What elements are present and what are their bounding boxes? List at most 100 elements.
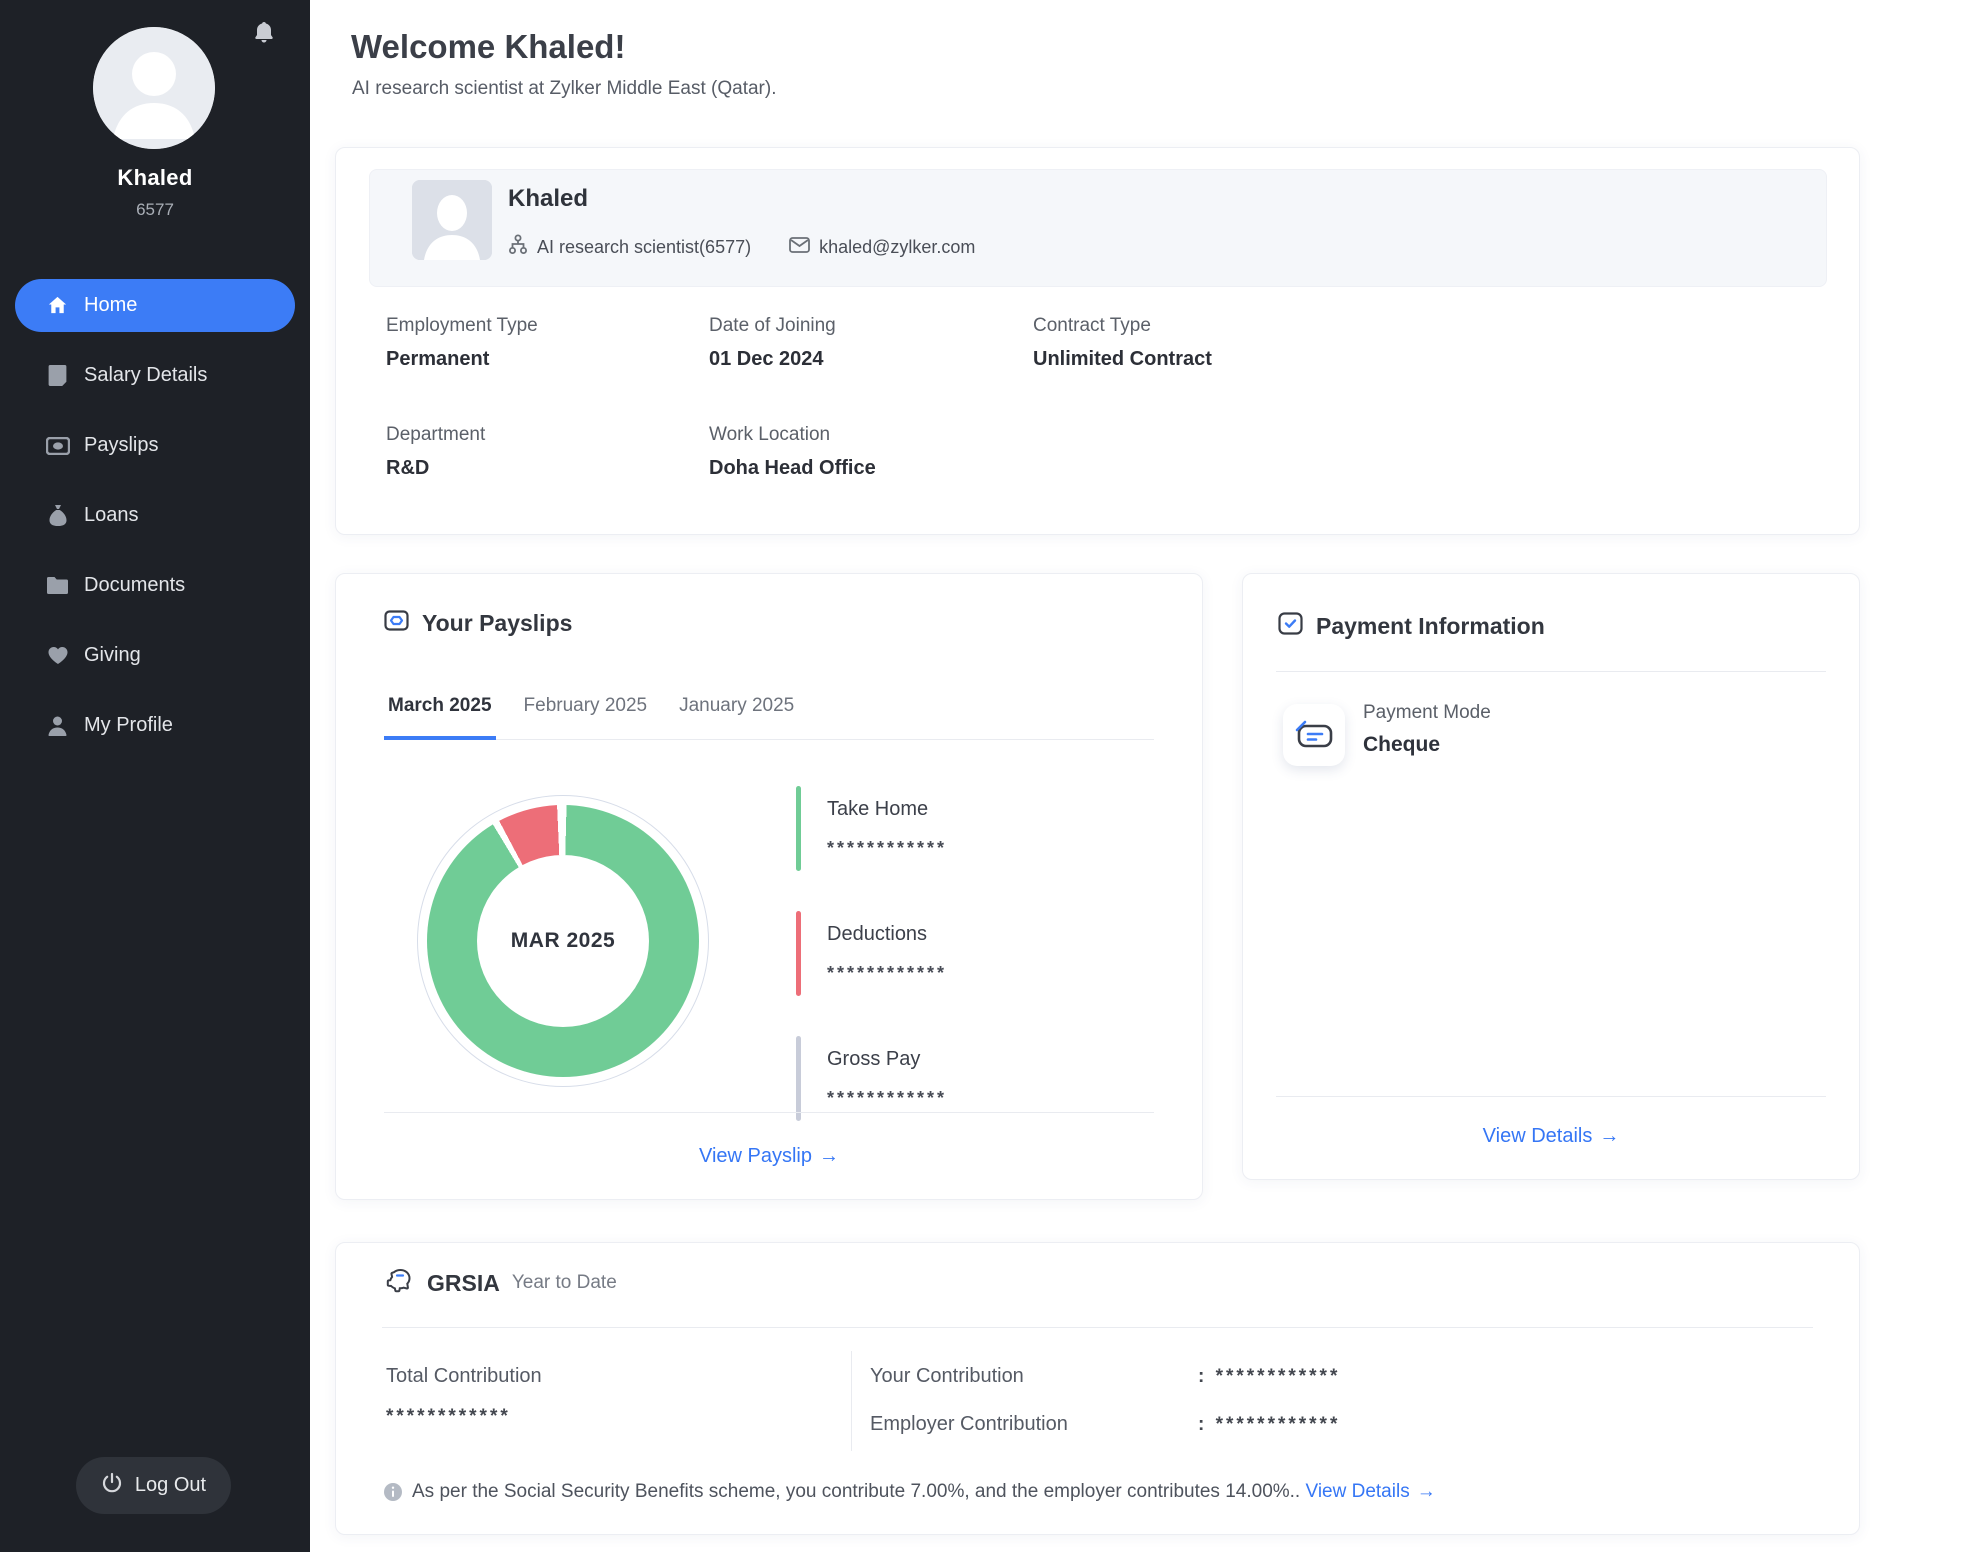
sidebar-item-label: Giving	[84, 644, 141, 667]
payslip-cash-icon	[384, 608, 409, 638]
field-value: Doha Head Office	[709, 457, 876, 480]
sidebar-item-label: Loans	[84, 504, 139, 527]
tab-january-2025[interactable]: January 2025	[675, 695, 798, 740]
sidebar-item-label: My Profile	[84, 714, 173, 737]
payment-view-details-link[interactable]: View Details→	[1243, 1125, 1859, 1148]
field-department: Department R&D	[386, 424, 485, 480]
sidebar-item-giving[interactable]: Giving	[15, 629, 295, 682]
payment-check-icon	[1278, 612, 1303, 640]
email-icon	[789, 237, 810, 258]
payment-mode-value: Cheque	[1363, 733, 1440, 757]
your-contribution-label: Your Contribution	[870, 1365, 1024, 1388]
sidebar-item-documents[interactable]: Documents	[15, 559, 295, 612]
sidebar-item-loans[interactable]: Loans	[15, 489, 295, 542]
info-icon	[384, 1483, 402, 1507]
grsia-note-text: As per the Social Security Benefits sche…	[412, 1481, 1300, 1502]
power-icon	[101, 1472, 123, 1500]
person-icon	[45, 713, 70, 738]
grsia-card: GRSIA Year to Date Total Contribution **…	[335, 1242, 1860, 1535]
logout-button[interactable]: Log Out	[76, 1457, 231, 1514]
field-label: Contract Type	[1033, 315, 1212, 337]
grsia-subtitle: Year to Date	[512, 1272, 617, 1294]
folder-icon	[45, 573, 70, 598]
grsia-view-details-link[interactable]: View Details→	[1306, 1481, 1436, 1502]
logout-label: Log Out	[135, 1474, 206, 1497]
payslips-card: Your Payslips March 2025 February 2025 J…	[335, 573, 1203, 1200]
salary-document-icon	[45, 363, 70, 388]
sidebar-item-label: Documents	[84, 574, 185, 597]
notification-bell-icon[interactable]	[252, 20, 276, 46]
legend-masked-value: ************	[827, 838, 947, 859]
legend-bar-red	[796, 911, 801, 996]
legend-deductions: Deductions ************	[796, 911, 947, 996]
sidebar-item-label: Salary Details	[84, 364, 207, 387]
field-date-of-joining: Date of Joining 01 Dec 2024	[709, 315, 836, 371]
legend-label: Take Home	[827, 798, 947, 821]
field-work-location: Work Location Doha Head Office	[709, 424, 876, 480]
employee-email: khaled@zylker.com	[819, 237, 975, 258]
sidebar-user-id: 6577	[0, 200, 310, 220]
legend-bar-gray	[796, 1036, 801, 1121]
sidebar-avatar	[93, 27, 215, 149]
legend-masked-value: ************	[827, 963, 947, 984]
sidebar-item-label: Payslips	[84, 434, 158, 457]
legend-label: Deductions	[827, 923, 947, 946]
employee-name: Khaled	[508, 185, 588, 213]
employee-role: AI research scientist(6577)	[537, 237, 751, 258]
field-value: Permanent	[386, 348, 538, 371]
payslips-card-title: Your Payslips	[422, 610, 572, 637]
piggy-bank-icon	[384, 1267, 414, 1299]
field-contract-type: Contract Type Unlimited Contract	[1033, 315, 1212, 371]
field-label: Date of Joining	[709, 315, 836, 337]
your-contribution-value: : ************	[1198, 1366, 1340, 1388]
grsia-note: As per the Social Security Benefits sche…	[384, 1481, 1436, 1507]
cheque-icon-tile	[1283, 704, 1345, 766]
legend-masked-value: ************	[827, 1088, 947, 1109]
donut-center-label: MAR 2025	[477, 855, 649, 1027]
page-title: Welcome Khaled!	[351, 28, 625, 66]
field-value: Unlimited Contract	[1033, 348, 1212, 371]
money-bag-icon	[45, 503, 70, 528]
payment-card-title: Payment Information	[1316, 613, 1545, 640]
total-contribution-value: ************	[386, 1406, 511, 1428]
sidebar: Khaled 6577 Home Salary Details Payslips…	[0, 0, 310, 1552]
payslips-cash-icon	[45, 433, 70, 458]
arrow-right-icon: →	[1599, 1125, 1619, 1148]
field-label: Employment Type	[386, 315, 538, 337]
field-employment-type: Employment Type Permanent	[386, 315, 538, 371]
page-subtitle: AI research scientist at Zylker Middle E…	[352, 78, 776, 100]
heart-icon	[45, 643, 70, 668]
home-icon	[45, 293, 70, 318]
payslip-legend: Take Home ************ Deductions ******…	[796, 786, 947, 1161]
arrow-right-icon: →	[819, 1145, 839, 1168]
grsia-title: GRSIA	[427, 1270, 500, 1297]
payment-information-card: Payment Information Payment Mode Cheque …	[1242, 573, 1860, 1180]
sidebar-item-label: Home	[84, 294, 137, 317]
grsia-vertical-divider	[851, 1351, 852, 1451]
sidebar-item-home[interactable]: Home	[15, 279, 295, 332]
tab-march-2025[interactable]: March 2025	[384, 695, 496, 740]
view-payslip-link[interactable]: View Payslip→	[336, 1145, 1202, 1168]
employee-banner: Khaled AI research scientist(6577) khale…	[369, 169, 1827, 287]
field-value: R&D	[386, 457, 485, 480]
legend-take-home: Take Home ************	[796, 786, 947, 871]
payslip-donut-chart: MAR 2025	[427, 805, 699, 1077]
org-hierarchy-icon	[508, 234, 528, 260]
employer-contribution-label: Employer Contribution	[870, 1413, 1068, 1436]
payslip-month-tabs: March 2025 February 2025 January 2025	[384, 695, 1154, 740]
employer-contribution-value: : ************	[1198, 1414, 1340, 1436]
sidebar-item-my-profile[interactable]: My Profile	[15, 699, 295, 752]
employee-avatar	[412, 180, 492, 260]
employee-role-item: AI research scientist(6577)	[508, 234, 751, 260]
field-label: Department	[386, 424, 485, 446]
sidebar-item-payslips[interactable]: Payslips	[15, 419, 295, 472]
employee-profile-card: Khaled AI research scientist(6577) khale…	[335, 147, 1860, 535]
sidebar-user-name: Khaled	[0, 165, 310, 191]
payment-mode-label: Payment Mode	[1363, 702, 1491, 724]
legend-label: Gross Pay	[827, 1048, 947, 1071]
legend-bar-green	[796, 786, 801, 871]
tab-february-2025[interactable]: February 2025	[520, 695, 652, 740]
employee-email-item: khaled@zylker.com	[789, 237, 975, 258]
arrow-right-icon: →	[1417, 1481, 1436, 1503]
sidebar-item-salary-details[interactable]: Salary Details	[15, 349, 295, 402]
